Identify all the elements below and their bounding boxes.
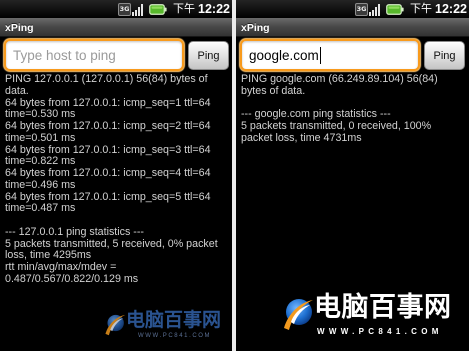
text-cursor — [319, 46, 321, 64]
battery-icon — [149, 3, 167, 15]
app-title: xPing — [5, 22, 34, 34]
host-input[interactable]: Type host to ping — [4, 39, 184, 71]
clock: 12:22 — [435, 2, 467, 16]
statistics-line: 5 packets transmitted, 0 received, 100% — [241, 120, 432, 132]
watermark: 电脑百事网 WWW.PC841.COM — [282, 288, 466, 340]
host-input[interactable]: google.com — [240, 39, 420, 71]
ping-reply-block: PING 127.0.0.1 (127.0.0.1) 56(84) bytes … — [5, 73, 230, 215]
network-type-label: 3G — [119, 5, 130, 13]
pc841-logo-icon — [105, 314, 126, 336]
clock-period: 下午 — [173, 2, 196, 15]
signal-strength-icon — [132, 3, 144, 16]
clock-period: 下午 — [410, 2, 433, 15]
watermark-site-name: 电脑百事网 — [126, 309, 222, 331]
clock: 12:22 — [198, 2, 230, 16]
statistics-line: packet loss, time 4731ms — [241, 131, 362, 144]
output-line: 64 bytes from 127.0.0.1: icmp_seq=4 ttl=… — [5, 167, 211, 179]
battery-icon — [386, 3, 404, 15]
ping-button[interactable]: Ping — [188, 41, 229, 70]
title-bar: xPing — [236, 18, 469, 37]
watermark-site-url: WWW.PC841.COM — [317, 327, 443, 336]
host-input-value: google.com — [249, 47, 319, 63]
output-line: data. — [5, 84, 29, 97]
output-line: PING 127.0.0.1 (127.0.0.1) 56(84) bytes … — [5, 73, 208, 85]
app-title: xPing — [241, 22, 270, 34]
output-line: PING google.com (66.249.89.104) 56(84) — [241, 73, 438, 85]
output-line: time=0.487 ms — [5, 202, 76, 215]
watermark-site-name: 电脑百事网 — [314, 292, 452, 323]
output-line: time=0.501 ms — [5, 131, 76, 144]
output-line: 64 bytes from 127.0.0.1: icmp_seq=2 ttl=… — [5, 120, 211, 132]
statistics-line: 0.487/0.567/0.822/0.129 ms — [5, 272, 139, 285]
ping-button-label: Ping — [433, 49, 456, 62]
title-bar: xPing — [0, 18, 232, 37]
ping-output: PING google.com (66.249.89.104) 56(84) b… — [241, 73, 467, 145]
3g-icon: 3G — [355, 2, 369, 16]
status-bar: 3G 下午 12:22 — [236, 0, 469, 18]
statistics-line: rtt min/avg/max/mdev = — [5, 261, 117, 273]
ping-statistics-block: --- 127.0.0.1 ping statistics --- 5 pack… — [5, 225, 230, 286]
ping-reply-block: PING google.com (66.249.89.104) 56(84) b… — [241, 73, 467, 98]
statistics-line: --- 127.0.0.1 ping statistics --- — [5, 225, 144, 238]
host-input-placeholder: Type host to ping — [13, 47, 116, 63]
network-type-label: 3G — [356, 5, 367, 13]
watermark-site-url: WWW.PC841.COM — [138, 333, 212, 339]
pc841-logo-icon — [284, 299, 313, 330]
output-line: bytes of data. — [241, 84, 306, 97]
ping-output: PING 127.0.0.1 (127.0.0.1) 56(84) bytes … — [5, 73, 230, 286]
signal-strength-icon — [369, 3, 381, 16]
status-bar: 3G 下午 12:22 — [0, 0, 232, 18]
output-line: time=0.496 ms — [5, 178, 76, 191]
ping-button[interactable]: Ping — [424, 41, 465, 70]
3g-icon: 3G — [118, 2, 132, 16]
watermark: 电脑百事网 WWW.PC841.COM — [104, 305, 226, 343]
ping-button-label: Ping — [197, 49, 220, 62]
phone-screen-left: 3G 下午 12:22 xPing Type host to ping Ping… — [0, 0, 232, 351]
ping-statistics-block: --- google.com ping statistics --- 5 pac… — [241, 108, 467, 144]
